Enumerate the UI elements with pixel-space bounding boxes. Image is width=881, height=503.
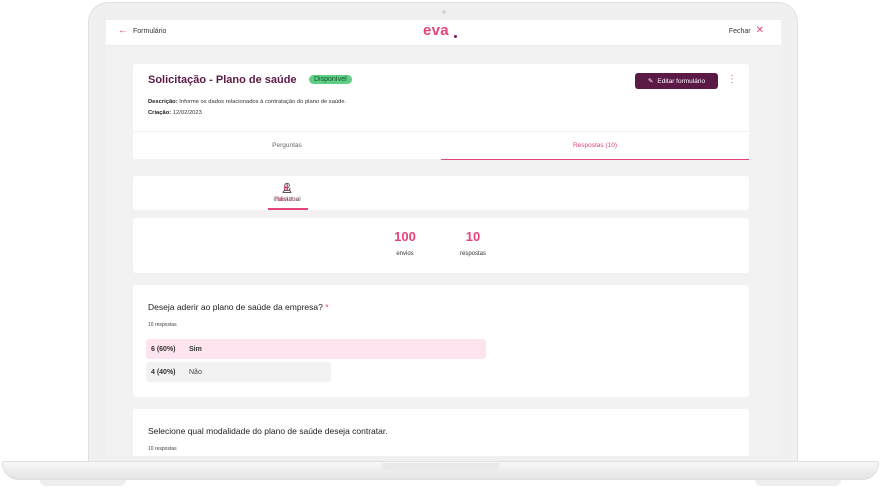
stat-label: respostas — [459, 251, 486, 257]
stats-card: 100 envios 10 respostas — [133, 218, 749, 273]
subtab-individual[interactable]: Individual — [133, 176, 441, 210]
created-label: Criação: — [148, 110, 172, 116]
stat-value: 10 — [465, 229, 481, 244]
laptop-foot-right — [755, 480, 841, 486]
question-card: Deseja aderir ao plano de saúde da empre… — [133, 285, 749, 397]
stat-respostas: 10 respostas — [451, 229, 495, 257]
subtab-individual-label: Individual — [273, 196, 301, 203]
form-header-card: Solicitação - Plano de saúde Disponível … — [133, 64, 749, 160]
webcam — [442, 10, 446, 14]
tab-respostas[interactable]: Respostas (10) — [441, 132, 749, 160]
status-badge: Disponível — [309, 75, 352, 84]
back-label: Formulário — [133, 27, 167, 35]
back-link[interactable]: ← Formulário — [118, 25, 167, 36]
answer-bar: 4 (40%) Não — [146, 362, 331, 382]
app-logo: eva — [423, 22, 449, 39]
close-button[interactable]: Fechar ✕ — [728, 25, 764, 36]
form-created: Criação: 12/02/2023 — [148, 110, 202, 116]
response-count: 10 respostas — [148, 446, 177, 452]
answer-percentage: 4 (40%) — [151, 368, 176, 376]
response-count: 10 respostas — [148, 322, 177, 328]
stat-value: 100 — [394, 229, 416, 244]
main-tabs: Perguntas Respostas (10) — [133, 131, 749, 160]
description-text: Informe os dados relacionados à contrata… — [179, 99, 347, 105]
edit-form-button[interactable]: ✎ Editar formulário — [635, 73, 718, 89]
answer-bar: 6 (60%) Sim — [146, 339, 486, 359]
laptop-foot-left — [40, 480, 126, 486]
description-label: Descrição: — [148, 99, 178, 105]
more-options-icon[interactable]: ⋮ — [727, 73, 737, 87]
top-bar: ← Formulário eva Fechar ✕ — [106, 20, 781, 46]
edit-form-label: Editar formulário — [657, 77, 706, 85]
form-description: Descrição: Informe os dados relacionados… — [148, 99, 346, 105]
answer-percentage: 6 (60%) — [151, 345, 176, 353]
created-date: 12/02/2023 — [172, 110, 202, 116]
question-text: Deseja aderir ao plano de saúde da empre… — [148, 302, 323, 312]
logo-dot — [454, 35, 457, 38]
close-label: Fechar — [728, 27, 751, 35]
laptop-notch — [382, 463, 500, 471]
user-icon — [282, 182, 292, 193]
close-icon: ✕ — [755, 25, 764, 36]
question-title: Deseja aderir ao plano de saúde da empre… — [148, 302, 329, 312]
stat-envios: 100 envios — [387, 229, 423, 257]
summary-tabs: Resumo Individual — [133, 176, 749, 210]
question-card: Selecione qual modalidade do plano de sa… — [133, 409, 749, 456]
stat-label: envios — [396, 251, 414, 257]
arrow-left-icon: ← — [118, 25, 128, 36]
answer-option: Não — [189, 368, 202, 376]
pencil-icon: ✎ — [647, 78, 654, 85]
required-mark: * — [325, 302, 329, 312]
tab-perguntas[interactable]: Perguntas — [133, 132, 441, 159]
answer-option: Sim — [189, 345, 202, 353]
question-title: Selecione qual modalidade do plano de sa… — [148, 426, 388, 436]
app-screen: ← Formulário eva Fechar ✕ Solicitação - … — [106, 20, 781, 456]
form-title: Solicitação - Plano de saúde — [148, 74, 297, 86]
